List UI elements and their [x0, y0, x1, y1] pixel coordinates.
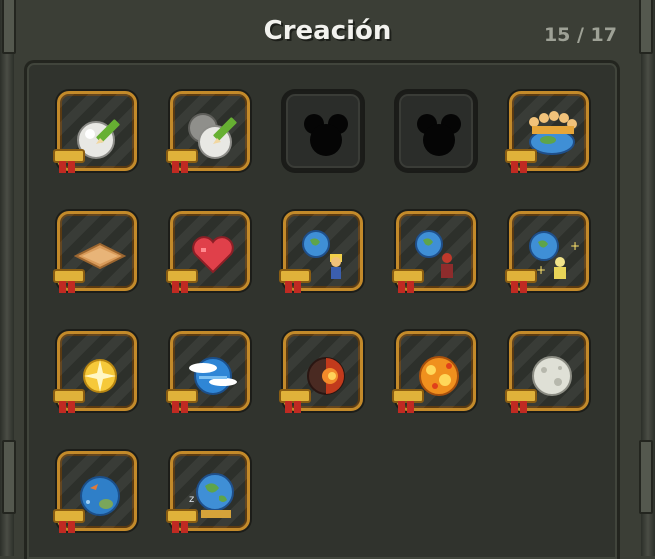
svg-text:+: + — [536, 263, 546, 277]
achievement-slot[interactable] — [283, 91, 363, 171]
svg-text:+: + — [570, 239, 580, 253]
svg-text:z: z — [189, 494, 194, 505]
achievement-slot[interactable] — [396, 91, 476, 171]
ribbon-icon — [279, 389, 311, 415]
achievement-counter: 15 / 17 — [543, 24, 617, 46]
ribbon-icon — [505, 389, 537, 415]
frame-bolt — [639, 440, 653, 514]
ribbon-icon — [53, 149, 85, 175]
ribbon-icon — [505, 149, 537, 175]
ribbon-icon — [166, 149, 198, 175]
ribbon-icon — [392, 389, 424, 415]
ribbon-icon — [505, 269, 537, 295]
achievement-grid: + + z — [24, 60, 620, 559]
ribbon-icon — [392, 269, 424, 295]
ribbon-icon — [166, 269, 198, 295]
ribbon-icon — [166, 389, 198, 415]
ribbon-icon — [166, 509, 198, 535]
ribbon-icon — [53, 389, 85, 415]
locked-silhouette-icon — [417, 114, 461, 156]
frame-bolt — [2, 440, 16, 514]
locked-silhouette-icon — [304, 114, 348, 156]
ribbon-icon — [53, 269, 85, 295]
ribbon-icon — [53, 509, 85, 535]
ribbon-icon — [279, 269, 311, 295]
